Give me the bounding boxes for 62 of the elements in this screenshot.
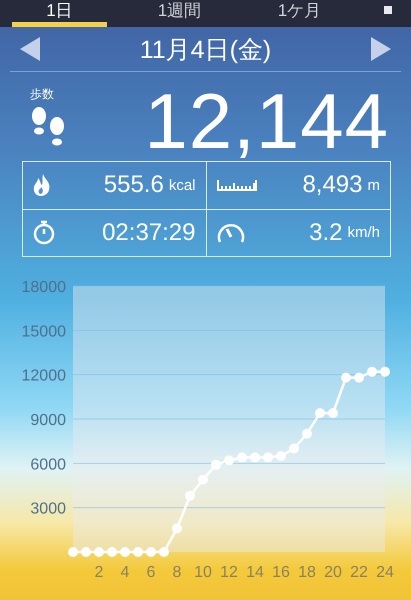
data-point xyxy=(302,428,312,439)
x-axis-label: 12 xyxy=(220,564,238,581)
data-point xyxy=(276,450,286,461)
x-axis-label: 4 xyxy=(120,564,130,581)
data-point xyxy=(133,547,143,557)
date-label: 11月4日(金) xyxy=(140,34,272,66)
stat-value: 555.6 xyxy=(104,171,164,200)
x-axis-label: 22 xyxy=(350,564,368,581)
stat-value: 02:37:29 xyxy=(102,218,196,247)
data-point xyxy=(263,452,273,462)
data-point xyxy=(237,452,247,462)
y-axis-label: 15000 xyxy=(22,323,66,340)
y-axis-label: 3000 xyxy=(30,500,66,518)
speedometer-icon xyxy=(216,222,244,244)
data-point xyxy=(172,523,182,534)
y-axis-label: 6000 xyxy=(30,456,66,474)
x-axis-label: 24 xyxy=(376,564,394,581)
data-point xyxy=(81,547,91,557)
data-point xyxy=(185,490,195,501)
data-point xyxy=(211,460,221,470)
stat-unit: m xyxy=(368,176,380,194)
data-point xyxy=(159,547,169,557)
stopwatch-icon xyxy=(33,220,55,246)
steps-label: 歩数 xyxy=(30,86,55,103)
flame-icon xyxy=(33,173,50,198)
data-point xyxy=(289,444,299,454)
stat-unit: km/h xyxy=(347,224,380,242)
data-point xyxy=(354,372,364,383)
period-tab[interactable]: 1ケ月 xyxy=(252,0,347,27)
ruler-icon xyxy=(216,179,256,192)
y-axis-label: 12000 xyxy=(22,368,66,385)
period-tab[interactable]: 1日 xyxy=(12,0,107,27)
data-point xyxy=(68,547,78,557)
data-point xyxy=(341,372,351,383)
period-tab[interactable]: 1週間 xyxy=(132,0,227,27)
stat-value: 8,493 xyxy=(302,171,362,200)
data-point xyxy=(107,547,117,557)
x-axis-label: 10 xyxy=(194,564,212,581)
data-point xyxy=(250,452,260,462)
data-point xyxy=(146,547,156,557)
data-point xyxy=(315,408,325,418)
steps-count: 12,144 xyxy=(144,86,389,156)
x-axis-label: 8 xyxy=(172,564,182,581)
x-axis-label: 14 xyxy=(246,564,264,581)
data-point xyxy=(94,547,104,557)
data-point xyxy=(198,474,208,485)
data-point xyxy=(380,366,390,377)
stat-value: 3.2 xyxy=(309,218,342,247)
x-axis-label: 16 xyxy=(272,564,290,581)
y-axis-label: 9000 xyxy=(30,412,66,429)
data-point xyxy=(328,408,338,418)
stat-unit: kcal xyxy=(168,176,196,194)
data-point xyxy=(120,547,130,557)
x-axis-label: 2 xyxy=(94,564,104,581)
y-axis-label: 18000 xyxy=(22,279,66,296)
next-day-button[interactable] xyxy=(370,37,391,61)
x-axis-label: 6 xyxy=(146,564,156,581)
data-point xyxy=(367,366,377,377)
x-axis-label: 20 xyxy=(324,564,342,581)
previous-day-button[interactable] xyxy=(20,37,40,61)
x-axis-label: 18 xyxy=(298,564,316,581)
data-point xyxy=(224,455,234,466)
